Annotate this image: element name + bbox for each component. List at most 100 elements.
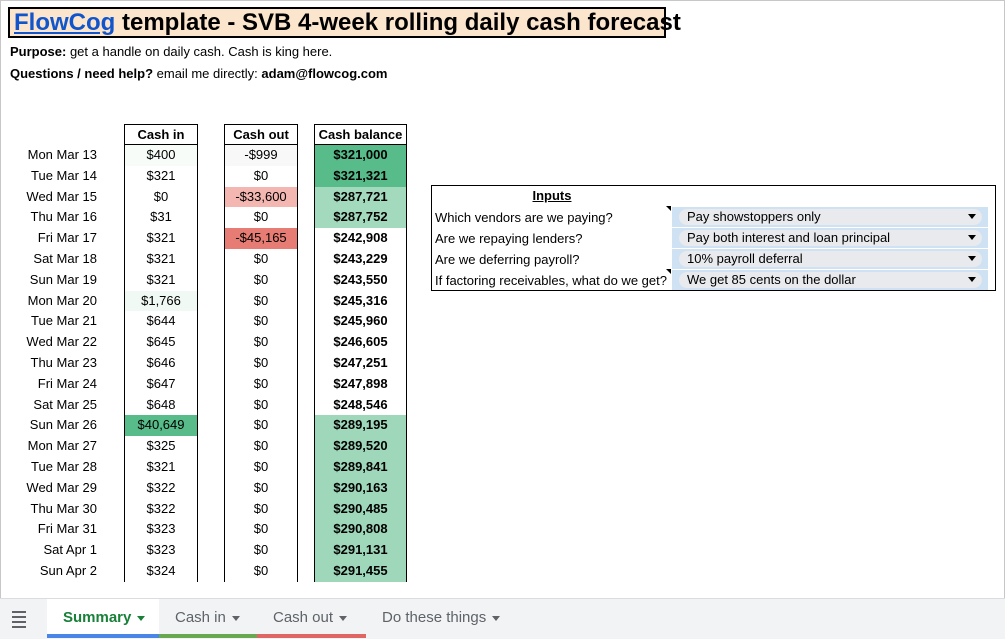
cash-out-cell[interactable]: $0 — [225, 166, 297, 187]
cash-balance-cell[interactable]: $245,960 — [315, 311, 406, 333]
cash-out-cell[interactable]: $0 — [225, 519, 297, 540]
date-cell[interactable]: Tue Mar 14 — [10, 166, 97, 187]
cash-balance-cell[interactable]: $287,721 — [315, 186, 406, 208]
cash-balance-cell[interactable]: $245,316 — [315, 290, 406, 312]
date-cell[interactable]: Thu Mar 30 — [10, 499, 97, 520]
cash-out-cell[interactable]: $0 — [225, 249, 297, 270]
cash-in-cell[interactable]: $321 — [125, 457, 197, 478]
date-cell[interactable]: Wed Mar 15 — [10, 187, 97, 208]
cash-balance-cell[interactable]: $289,841 — [315, 456, 406, 478]
payroll-dropdown[interactable]: 10% payroll deferral — [672, 249, 988, 269]
help-email[interactable]: adam@flowcog.com — [261, 66, 387, 81]
tab-cash-in[interactable]: Cash in — [159, 599, 257, 638]
cash-balance-cell[interactable]: $246,605 — [315, 332, 406, 353]
date-cell[interactable]: Mon Mar 13 — [10, 145, 97, 166]
cash-in-cell[interactable]: $648 — [125, 395, 197, 416]
cash-out-cell[interactable]: $0 — [225, 311, 297, 332]
date-cell[interactable]: Fri Mar 24 — [10, 374, 97, 395]
date-cell[interactable]: Sat Mar 18 — [10, 249, 97, 270]
cash-out-cell[interactable]: $0 — [225, 207, 297, 228]
dropdown-arrow-icon[interactable] — [968, 256, 976, 261]
cash-balance-cell[interactable]: $242,908 — [315, 228, 406, 249]
cash-out-cell[interactable]: -$999 — [225, 145, 297, 166]
date-cell[interactable]: Mon Mar 27 — [10, 436, 97, 457]
date-cell[interactable]: Wed Mar 29 — [10, 478, 97, 499]
cash-balance-cell[interactable]: $321,000 — [315, 145, 406, 166]
all-sheets-menu-icon[interactable] — [12, 611, 26, 631]
cash-out-cell[interactable]: $0 — [225, 415, 297, 436]
cash-in-cell[interactable]: $321 — [125, 249, 197, 270]
cash-in-cell[interactable]: $40,649 — [125, 415, 197, 437]
date-cell[interactable]: Sat Apr 1 — [10, 540, 97, 561]
cash-out-cell[interactable]: $0 — [225, 478, 297, 499]
cash-in-cell[interactable]: $321 — [125, 270, 197, 291]
date-cell[interactable]: Tue Mar 28 — [10, 457, 97, 478]
cash-out-cell[interactable]: $0 — [225, 291, 297, 312]
date-cell[interactable]: Fri Mar 17 — [10, 228, 97, 249]
chevron-down-icon[interactable] — [339, 615, 348, 621]
date-cell[interactable]: Sun Mar 26 — [10, 415, 97, 436]
cash-out-cell[interactable]: $0 — [225, 457, 297, 478]
lenders-dropdown[interactable]: Pay both interest and loan principal — [672, 228, 988, 248]
cash-balance-cell[interactable]: $243,550 — [315, 269, 406, 291]
cash-balance-cell[interactable]: $291,455 — [315, 560, 406, 582]
cash-out-cell[interactable]: $0 — [225, 270, 297, 291]
dropdown-arrow-icon[interactable] — [968, 235, 976, 240]
cash-balance-cell[interactable]: $289,520 — [315, 436, 406, 457]
vendors-dropdown[interactable]: Pay showstoppers only — [672, 207, 988, 227]
chevron-down-icon[interactable] — [492, 615, 501, 621]
chevron-down-icon[interactable] — [231, 615, 240, 621]
cash-balance-cell[interactable]: $248,546 — [315, 394, 406, 416]
cash-in-cell[interactable]: $322 — [125, 478, 197, 499]
tab-do-these-things[interactable]: Do these things — [366, 599, 516, 637]
date-cell[interactable]: Sun Mar 19 — [10, 270, 97, 291]
cash-in-cell[interactable]: $645 — [125, 332, 197, 353]
cash-in-cell[interactable]: $0 — [125, 187, 197, 208]
date-cell[interactable]: Thu Mar 23 — [10, 353, 97, 374]
tab-cash-out[interactable]: Cash out — [257, 599, 366, 638]
date-cell[interactable]: Thu Mar 16 — [10, 207, 97, 228]
cash-in-cell[interactable]: $644 — [125, 311, 197, 332]
cash-out-cell[interactable]: $0 — [225, 353, 297, 374]
cash-balance-cell[interactable]: $321,321 — [315, 165, 406, 187]
cash-out-cell[interactable]: $0 — [225, 561, 297, 582]
cash-in-cell[interactable]: $323 — [125, 519, 197, 540]
cash-out-cell[interactable]: $0 — [225, 395, 297, 416]
cash-balance-cell[interactable]: $290,485 — [315, 498, 406, 520]
date-cell[interactable]: Wed Mar 22 — [10, 332, 97, 353]
date-cell[interactable]: Mon Mar 20 — [10, 291, 97, 312]
cash-balance-cell[interactable]: $247,898 — [315, 373, 406, 395]
cash-out-cell[interactable]: -$33,600 — [225, 186, 297, 208]
cash-out-cell[interactable]: $0 — [225, 540, 297, 561]
date-cell[interactable]: Fri Mar 31 — [10, 519, 97, 540]
cash-in-cell[interactable]: $321 — [125, 228, 197, 249]
dropdown-arrow-icon[interactable] — [968, 214, 976, 219]
factoring-dropdown[interactable]: We get 85 cents on the dollar — [672, 270, 988, 290]
date-cell[interactable]: Tue Mar 21 — [10, 311, 97, 332]
flowcog-link[interactable]: FlowCog — [14, 9, 115, 36]
cash-in-cell[interactable]: $647 — [125, 374, 197, 395]
cash-out-cell[interactable]: -$45,165 — [225, 228, 297, 249]
chevron-down-icon[interactable] — [137, 615, 146, 621]
cash-balance-cell[interactable]: $247,251 — [315, 352, 406, 374]
cash-balance-cell[interactable]: $289,195 — [315, 415, 406, 437]
cash-out-cell[interactable]: $0 — [225, 499, 297, 520]
cash-balance-cell[interactable]: $287,752 — [315, 207, 406, 229]
date-cell[interactable]: Sun Apr 2 — [10, 561, 97, 582]
cash-out-cell[interactable]: $0 — [225, 332, 297, 353]
cash-in-cell[interactable]: $400 — [125, 145, 197, 166]
tab-summary[interactable]: Summary — [47, 599, 159, 638]
cash-out-cell[interactable]: $0 — [225, 436, 297, 457]
cash-out-cell[interactable]: $0 — [225, 374, 297, 395]
cash-balance-cell[interactable]: $290,808 — [315, 519, 406, 541]
cash-in-cell[interactable]: $1,766 — [125, 290, 197, 312]
cash-in-cell[interactable]: $324 — [125, 561, 197, 582]
date-cell[interactable]: Sat Mar 25 — [10, 395, 97, 416]
cash-in-cell[interactable]: $322 — [125, 499, 197, 520]
cash-balance-cell[interactable]: $290,163 — [315, 477, 406, 499]
dropdown-arrow-icon[interactable] — [968, 277, 976, 282]
cash-balance-cell[interactable]: $291,131 — [315, 540, 406, 561]
cash-in-cell[interactable]: $321 — [125, 166, 197, 187]
cash-balance-cell[interactable]: $243,229 — [315, 248, 406, 270]
cash-in-cell[interactable]: $323 — [125, 540, 197, 561]
